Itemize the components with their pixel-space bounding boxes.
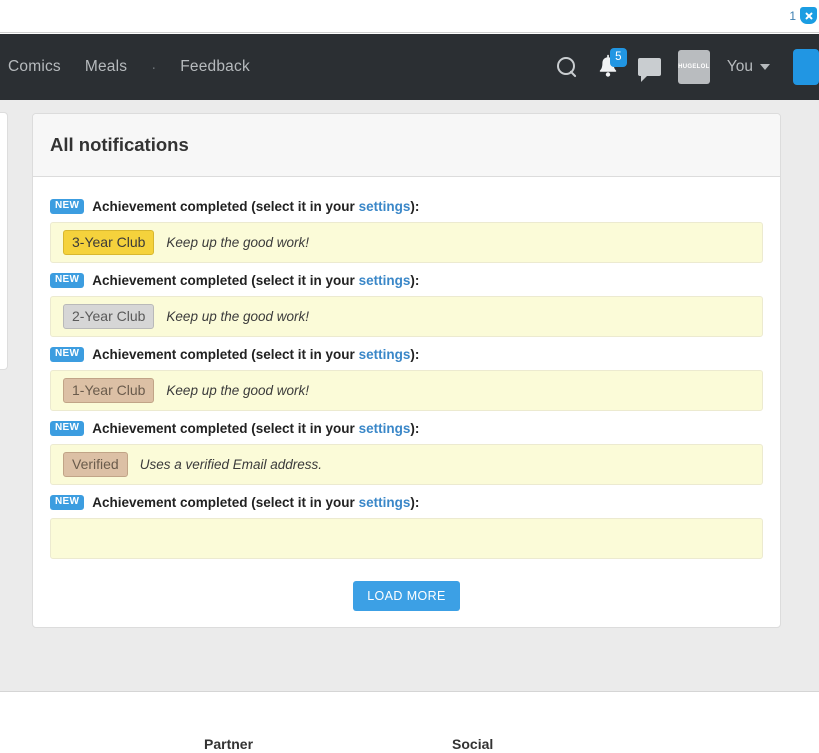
notification-text-before: Achievement completed (select it in your bbox=[92, 347, 359, 362]
notification-text-before: Achievement completed (select it in your bbox=[92, 273, 359, 288]
achievement-panel: Verified Uses a verified Email address. bbox=[50, 444, 763, 485]
achievement-description: Keep up the good work! bbox=[166, 235, 310, 250]
notification-headline: NEW Achievement completed (select it in … bbox=[50, 347, 763, 362]
chevron-down-icon bbox=[760, 64, 770, 70]
page-title: All notifications bbox=[50, 134, 189, 155]
achievement-badge[interactable]: Verified bbox=[63, 451, 128, 478]
notification-text-after: ): bbox=[410, 495, 420, 510]
footer: Partner Social bbox=[0, 691, 819, 753]
notification-text-after: ): bbox=[410, 421, 420, 436]
new-badge: NEW bbox=[50, 495, 85, 510]
settings-link[interactable]: settings bbox=[359, 347, 411, 362]
new-badge: NEW bbox=[50, 347, 85, 362]
achievement-panel: 2-Year Club Keep up the good work! bbox=[50, 296, 763, 337]
footer-heading-partner: Partner bbox=[204, 736, 254, 752]
achievement-panel: 1-Year Club Keep up the good work! bbox=[50, 370, 763, 411]
notification-row: NEW Achievement completed (select it in … bbox=[50, 199, 763, 263]
navbar-left-group: Comics Meals · Feedback bbox=[0, 58, 250, 76]
notification-text: Achievement completed (select it in your… bbox=[92, 347, 419, 362]
nav-link-meals[interactable]: Meals bbox=[85, 58, 127, 76]
notification-text: Achievement completed (select it in your… bbox=[92, 421, 419, 436]
notification-row: NEW Achievement completed (select it in … bbox=[50, 421, 763, 485]
achievement-panel: 3-Year Club Keep up the good work! bbox=[50, 222, 763, 263]
settings-link[interactable]: settings bbox=[359, 199, 411, 214]
notifications-card: All notifications NEW Achievement comple… bbox=[32, 113, 781, 628]
left-side-card bbox=[0, 112, 8, 370]
notifications-list: NEW Achievement completed (select it in … bbox=[33, 177, 780, 627]
bell-icon: 5 bbox=[595, 48, 627, 81]
user-menu[interactable]: You bbox=[727, 58, 770, 76]
search-button[interactable] bbox=[556, 56, 578, 78]
achievement-badge[interactable]: 1-Year Club bbox=[63, 377, 155, 404]
achievement-description: Keep up the good work! bbox=[166, 309, 310, 324]
load-more-button[interactable]: LOAD MORE bbox=[353, 581, 460, 611]
notification-headline: NEW Achievement completed (select it in … bbox=[50, 495, 763, 510]
messages-button[interactable] bbox=[637, 58, 661, 82]
notification-headline: NEW Achievement completed (select it in … bbox=[50, 273, 763, 288]
settings-link[interactable]: settings bbox=[359, 495, 411, 510]
new-badge: NEW bbox=[50, 421, 85, 436]
notifications-card-header: All notifications bbox=[33, 114, 780, 177]
page-body: All notifications NEW Achievement comple… bbox=[0, 100, 819, 691]
notifications-button[interactable]: 5 bbox=[595, 48, 627, 81]
extension-block-count: 1 bbox=[789, 8, 796, 23]
settings-link[interactable]: settings bbox=[359, 421, 411, 436]
notification-row: NEW Achievement completed (select it in … bbox=[50, 347, 763, 411]
achievement-description: Keep up the good work! bbox=[166, 383, 310, 398]
notification-text-after: ): bbox=[410, 273, 420, 288]
notification-headline: NEW Achievement completed (select it in … bbox=[50, 199, 763, 214]
navbar-right-group: 5 HUGELOL You bbox=[556, 48, 819, 85]
nav-separator: · bbox=[151, 58, 157, 76]
notification-text-before: Achievement completed (select it in your bbox=[92, 199, 359, 214]
achievement-description: Uses a verified Email address. bbox=[139, 457, 323, 472]
nav-link-feedback[interactable]: Feedback bbox=[180, 58, 250, 76]
new-badge: NEW bbox=[50, 199, 85, 214]
footer-heading-social: Social bbox=[452, 736, 494, 752]
achievement-panel bbox=[50, 518, 763, 559]
search-icon bbox=[556, 56, 578, 78]
shield-block-icon[interactable] bbox=[800, 7, 817, 24]
achievement-badge[interactable]: 2-Year Club bbox=[63, 303, 155, 330]
notification-count-badge: 5 bbox=[609, 48, 627, 67]
notification-row: NEW Achievement completed (select it in … bbox=[50, 273, 763, 337]
achievement-badge[interactable]: 3-Year Club bbox=[63, 229, 155, 256]
top-navbar: Comics Meals · Feedback 5 HUGELOL You bbox=[0, 34, 819, 100]
notification-text: Achievement completed (select it in your… bbox=[92, 273, 419, 288]
new-badge: NEW bbox=[50, 273, 85, 288]
load-more-container: LOAD MORE bbox=[50, 581, 763, 611]
settings-link[interactable]: settings bbox=[359, 273, 411, 288]
notification-text-before: Achievement completed (select it in your bbox=[92, 421, 359, 436]
footer-columns: Partner Social bbox=[0, 692, 819, 752]
browser-extension-strip: 1 bbox=[0, 0, 819, 33]
chat-bubble-icon bbox=[637, 58, 661, 82]
page-root: 1 Comics Meals · Feedback 5 HUGELOL You … bbox=[0, 0, 819, 753]
notification-text-after: ): bbox=[410, 199, 420, 214]
notification-row: NEW Achievement completed (select it in … bbox=[50, 495, 763, 559]
extension-indicator-group[interactable]: 1 bbox=[789, 7, 817, 24]
notification-text-after: ): bbox=[410, 347, 420, 362]
nav-link-comics[interactable]: Comics bbox=[8, 58, 61, 76]
user-menu-label: You bbox=[726, 58, 753, 75]
primary-action-button[interactable] bbox=[793, 49, 819, 85]
avatar[interactable]: HUGELOL bbox=[677, 50, 710, 84]
notification-text: Achievement completed (select it in your… bbox=[92, 199, 419, 214]
notification-text: Achievement completed (select it in your… bbox=[92, 495, 419, 510]
notification-text-before: Achievement completed (select it in your bbox=[92, 495, 359, 510]
notification-headline: NEW Achievement completed (select it in … bbox=[50, 421, 763, 436]
